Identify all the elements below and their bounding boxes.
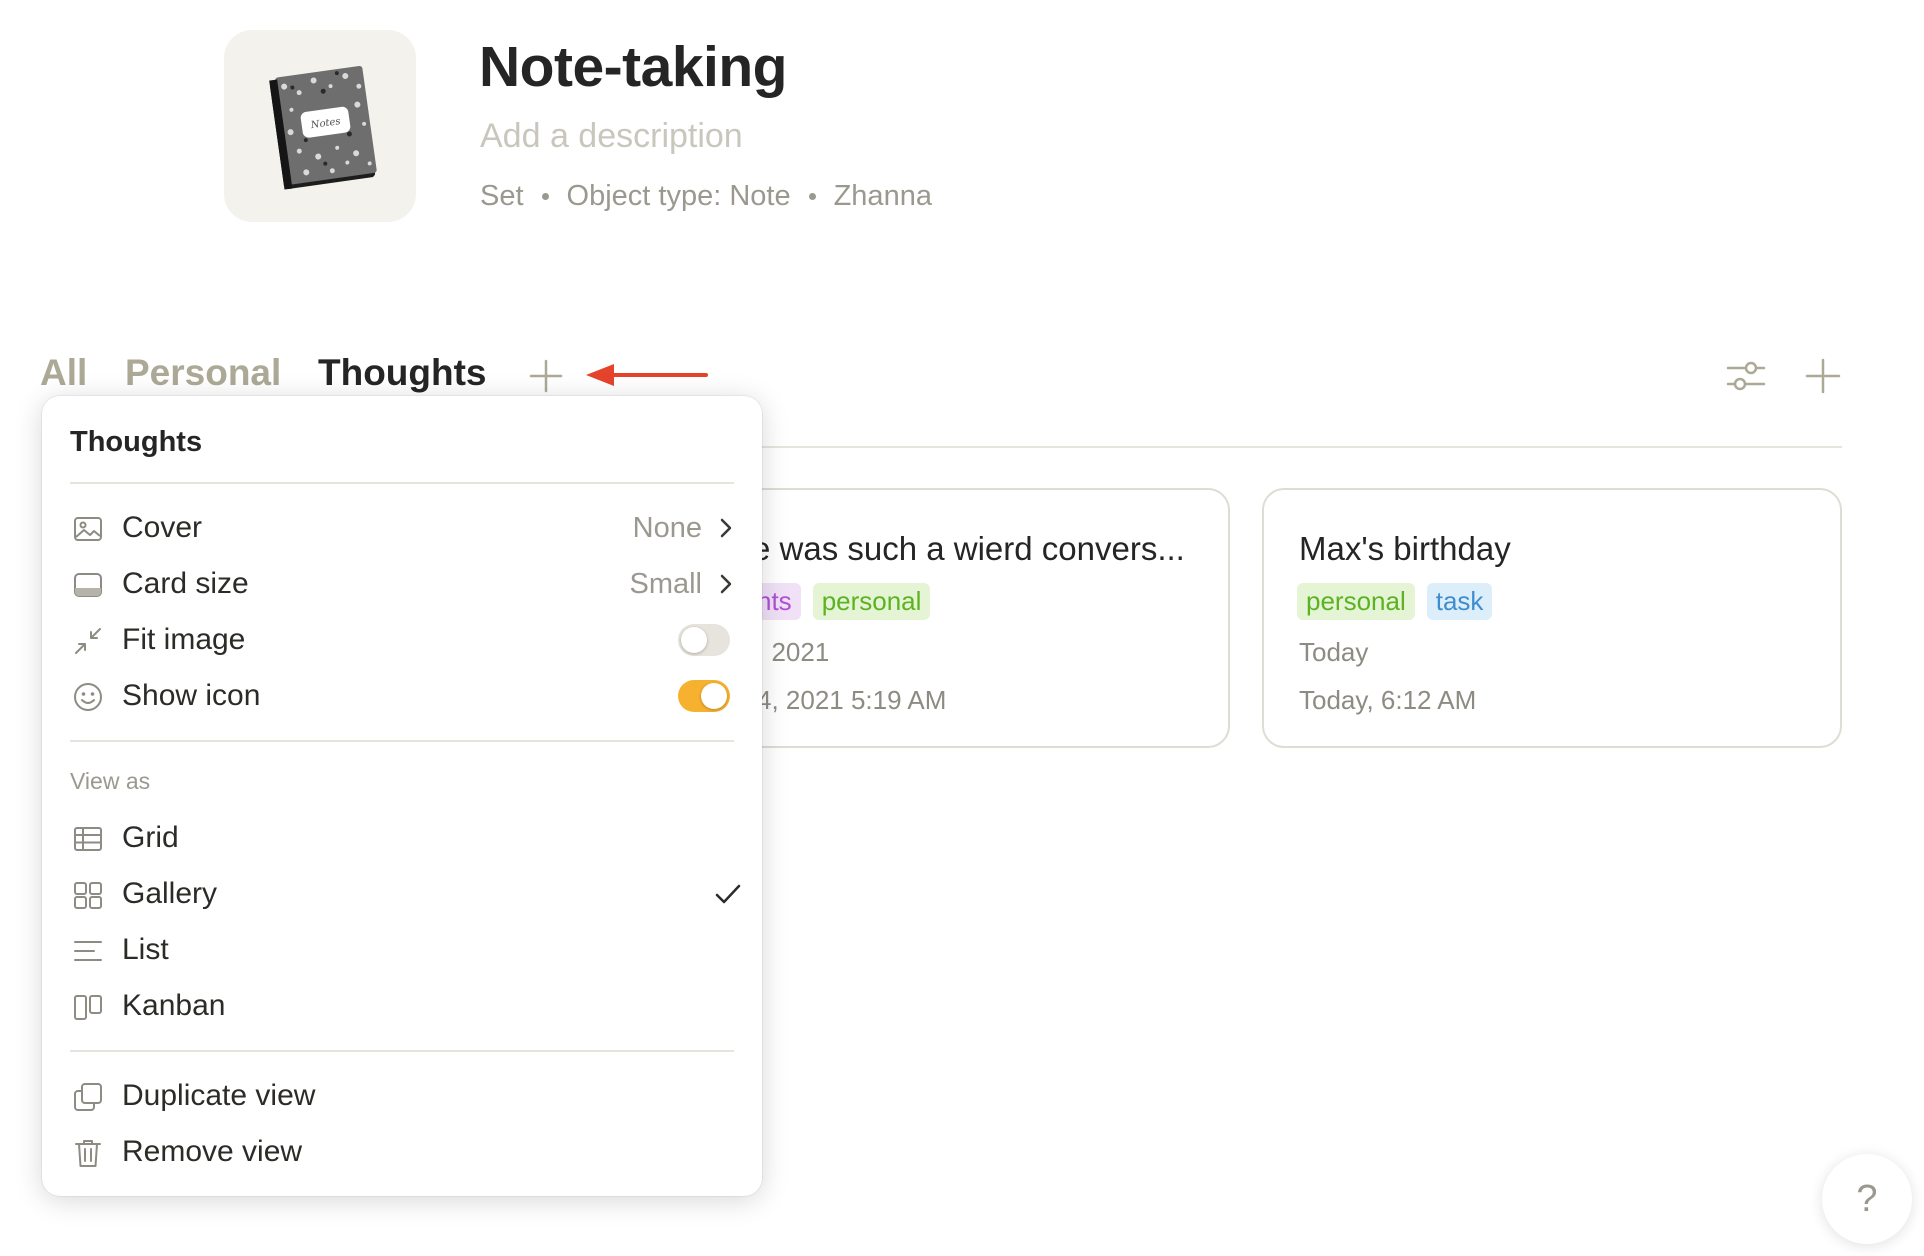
add-icon (529, 359, 563, 393)
menu-item-label: Cover (122, 511, 203, 544)
menu-item-value: None (632, 511, 702, 544)
meta-author[interactable]: Zhanna (834, 180, 932, 213)
menu-item-label: Duplicate view (122, 1079, 316, 1112)
menu-item-label: Gallery (122, 877, 218, 910)
tab-personal[interactable]: Personal (125, 352, 281, 394)
collapse-arrows-icon (75, 628, 101, 654)
card-size-icon (74, 573, 102, 597)
description-placeholder[interactable]: Add a description (480, 117, 743, 156)
menu-item-list[interactable]: List (42, 922, 762, 978)
page-title[interactable]: Note-taking (479, 34, 788, 100)
meta-object-type[interactable]: Object type: Note (567, 180, 791, 213)
menu-item-label: Card size (122, 567, 249, 600)
chevron-right-icon (720, 574, 732, 594)
add-icon (1805, 358, 1841, 394)
tab-all[interactable]: All (40, 352, 87, 394)
notebook-icon: Notes (269, 65, 377, 190)
tab-thoughts[interactable]: Thoughts (318, 352, 487, 394)
help-button[interactable]: ? (1822, 1154, 1912, 1244)
card-modified-date: 4, 2021 5:19 AM (757, 685, 947, 715)
menu-divider (70, 740, 734, 742)
filter-settings-icon (1726, 361, 1766, 391)
tag-personal: personal (1297, 583, 1415, 620)
menu-item-fit-image[interactable]: Fit image (42, 612, 762, 668)
duplicate-icon (74, 1083, 102, 1111)
gallery-grid-icon (74, 882, 102, 909)
trash-icon (75, 1140, 101, 1167)
menu-item-label: List (122, 933, 169, 966)
menu-item-label: Show icon (122, 679, 261, 712)
object-meta: Set Object type: Note Zhanna (480, 180, 932, 213)
menu-item-label: Fit image (122, 623, 246, 656)
card-modified-date: Today, 6:12 AM (1299, 685, 1477, 715)
menu-item-kanban[interactable]: Kanban (42, 978, 762, 1034)
object-icon-tile[interactable]: Notes (224, 30, 416, 222)
add-object-button[interactable] (1799, 352, 1847, 400)
menu-item-cover[interactable]: Cover None (42, 500, 762, 556)
card-tags: personal task (1297, 583, 1493, 620)
menu-item-grid[interactable]: Grid (42, 810, 762, 866)
checkmark-icon (715, 884, 741, 904)
table-icon (74, 827, 102, 851)
card-title: e was such a wierd convers... (752, 530, 1185, 567)
view-settings-menu: Thoughts Cover None Card size Small Fit … (42, 396, 762, 1196)
arrow-annotation (586, 364, 708, 386)
list-lines-icon (74, 941, 102, 961)
meta-set: Set (480, 180, 524, 212)
menu-item-duplicate-view[interactable]: Duplicate view (42, 1068, 762, 1124)
add-view-button[interactable] (525, 355, 567, 397)
tag-personal: personal (812, 583, 931, 620)
menu-item-label: Remove view (122, 1135, 303, 1168)
menu-item-gallery[interactable]: Gallery (42, 866, 762, 922)
menu-divider (70, 1050, 734, 1052)
menu-item-card-size[interactable]: Card size Small (42, 556, 762, 612)
menu-divider (70, 482, 734, 484)
gallery-card[interactable]: Max's birthday personal task Today Today… (1262, 488, 1842, 748)
menu-item-remove-view[interactable]: Remove view (42, 1124, 762, 1180)
card-title: Max's birthday (1299, 530, 1511, 567)
view-as-label: View as (70, 768, 151, 794)
fit-image-toggle[interactable] (678, 624, 730, 656)
chevron-right-icon (720, 518, 732, 538)
meta-separator (541, 193, 549, 200)
image-icon (74, 517, 102, 541)
menu-view-name[interactable]: Thoughts (70, 426, 202, 459)
card-created-date: , 2021 (757, 637, 830, 667)
menu-item-label: Kanban (122, 989, 226, 1022)
smiley-icon (74, 683, 102, 711)
card-tags: hts personal (748, 583, 931, 620)
kanban-columns-icon (74, 995, 102, 1020)
tabs-divider (620, 446, 1842, 448)
show-icon-toggle[interactable] (678, 680, 730, 712)
menu-item-show-icon[interactable]: Show icon (42, 668, 762, 724)
menu-item-value: Small (629, 567, 702, 600)
tag-task: task (1426, 583, 1493, 620)
menu-item-label: Grid (122, 821, 179, 854)
card-created-date: Today (1299, 637, 1369, 667)
view-settings-button[interactable] (1722, 352, 1770, 400)
meta-separator (808, 193, 816, 200)
